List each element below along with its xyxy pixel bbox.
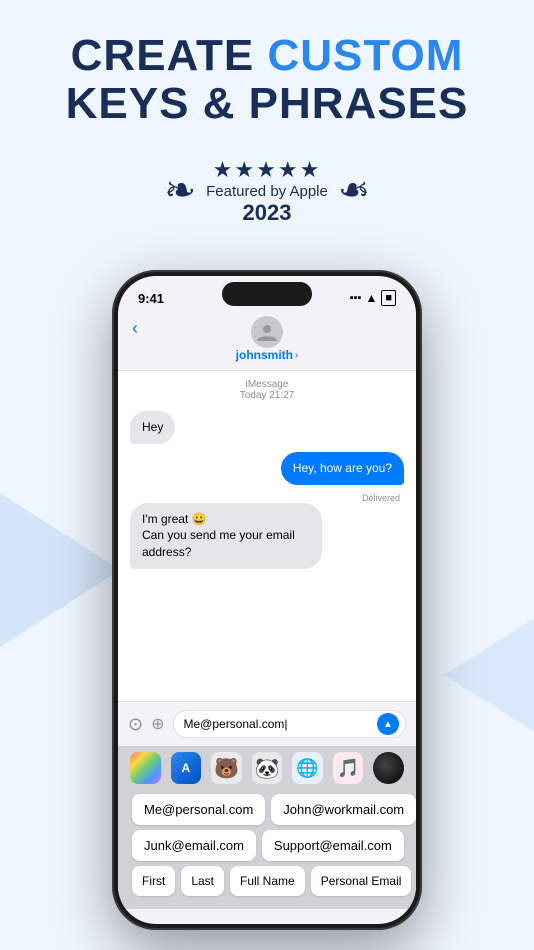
header-section: CREATE CUSTOM KEYS & PHRASES bbox=[0, 0, 534, 145]
app-icons-row: A 🐻 🐼 🌐 🎵 bbox=[126, 752, 408, 790]
message-input-value: Me@personal.com| bbox=[184, 717, 288, 731]
year-text: 2023 bbox=[206, 200, 328, 226]
title-custom: CUSTOM bbox=[268, 31, 464, 80]
message-sent-1: Hey, how are you? bbox=[130, 452, 404, 485]
bubble-sent-1: Hey, how are you? bbox=[281, 452, 404, 485]
signal-icon: ▪▪▪ bbox=[350, 292, 362, 304]
contact-name-row[interactable]: johnsmith › bbox=[236, 348, 299, 362]
phone-outer: 9:41 ▪▪▪ ▲ ■ ‹ johnsmith › bbox=[112, 270, 422, 930]
music-app-icon[interactable]: 🎵 bbox=[333, 752, 364, 784]
chips-section: Me@personal.com John@workmail.com Junk@e… bbox=[126, 790, 408, 905]
send-button[interactable]: ▲ bbox=[377, 713, 399, 735]
chip-work-email[interactable]: John@workmail.com bbox=[271, 794, 416, 825]
keyboard-area: A 🐻 🐼 🌐 🎵 Me@personal.com John@workmail.… bbox=[118, 746, 416, 909]
globe-app-icon[interactable]: 🌐 bbox=[292, 752, 323, 784]
bg-shape-right bbox=[444, 600, 534, 750]
back-button[interactable]: ‹ bbox=[132, 318, 138, 339]
emoji2-app-icon[interactable]: 🐼 bbox=[252, 752, 283, 784]
appstore-icon[interactable]: ⊕ bbox=[151, 714, 164, 734]
chips-row-2: Junk@email.com Support@email.com bbox=[132, 830, 402, 861]
bubble-received-1: Hey bbox=[130, 411, 175, 444]
featured-text: Featured by Apple bbox=[206, 183, 328, 200]
status-time: 9:41 bbox=[138, 291, 164, 306]
laurel-right-icon: ❧ bbox=[338, 172, 370, 210]
photos-app-icon[interactable] bbox=[130, 752, 161, 784]
input-bar[interactable]: ⊙ ⊕ Me@personal.com| ▲ bbox=[118, 701, 416, 746]
wifi-icon: ▲ bbox=[365, 291, 377, 305]
chip-support-email[interactable]: Support@email.com bbox=[262, 830, 404, 861]
camera-icon[interactable]: ⊙ bbox=[128, 714, 143, 735]
title-create: CREATE bbox=[71, 31, 268, 80]
badge-section: ❧ ★★★★★ Featured by Apple 2023 ❧ bbox=[0, 157, 534, 226]
main-title: CREATE CUSTOM KEYS & PHRASES bbox=[20, 32, 514, 129]
dark-app-icon[interactable] bbox=[373, 752, 404, 784]
message-received-2: I'm great 😀Can you send me your email ad… bbox=[130, 503, 404, 569]
title-line2: KEYS & PHRASES bbox=[66, 79, 469, 128]
chip-junk-email[interactable]: Junk@email.com bbox=[132, 830, 256, 861]
contact-chevron: › bbox=[295, 350, 298, 361]
dynamic-island bbox=[222, 282, 312, 306]
chips-row-1: Me@personal.com John@workmail.com bbox=[132, 794, 402, 825]
chip-first[interactable]: First bbox=[132, 866, 175, 896]
status-icons: ▪▪▪ ▲ ■ bbox=[350, 290, 396, 306]
messages-area: iMessage Today 21:27 Hey Hey, how are yo… bbox=[118, 371, 416, 701]
chip-last[interactable]: Last bbox=[181, 866, 224, 896]
chip-full-name[interactable]: Full Name bbox=[230, 866, 305, 896]
message-hey: Hey bbox=[130, 411, 404, 444]
appstore-app-icon[interactable]: A bbox=[171, 752, 202, 784]
contact-name: johnsmith bbox=[236, 348, 293, 362]
bg-shape-left bbox=[0, 480, 120, 660]
chip-personal-email[interactable]: Me@personal.com bbox=[132, 794, 265, 825]
delivered-label: Delivered bbox=[130, 493, 404, 503]
phone-container: 9:41 ▪▪▪ ▲ ■ ‹ johnsmith › bbox=[112, 270, 422, 930]
chips-row-3: First Last Full Name Personal Email bbox=[132, 866, 402, 896]
emoji1-app-icon[interactable]: 🐻 bbox=[211, 752, 242, 784]
contact-avatar bbox=[251, 316, 283, 348]
chip-personal-email-label[interactable]: Personal Email bbox=[311, 866, 412, 896]
imessage-label: iMessage Today 21:27 bbox=[130, 379, 404, 401]
laurel-left-icon: ❧ bbox=[164, 172, 196, 210]
bubble-received-2: I'm great 😀Can you send me your email ad… bbox=[130, 503, 322, 569]
message-input-wrapper[interactable]: Me@personal.com| ▲ bbox=[173, 710, 407, 738]
badge-wrapper: ❧ ★★★★★ Featured by Apple 2023 ❧ bbox=[164, 157, 369, 226]
badge-center: ★★★★★ Featured by Apple 2023 bbox=[206, 157, 328, 226]
stars: ★★★★★ bbox=[206, 157, 328, 183]
battery-icon: ■ bbox=[381, 290, 396, 306]
messages-header: ‹ johnsmith › bbox=[118, 312, 416, 371]
phone-screen: 9:41 ▪▪▪ ▲ ■ ‹ johnsmith › bbox=[118, 276, 416, 924]
